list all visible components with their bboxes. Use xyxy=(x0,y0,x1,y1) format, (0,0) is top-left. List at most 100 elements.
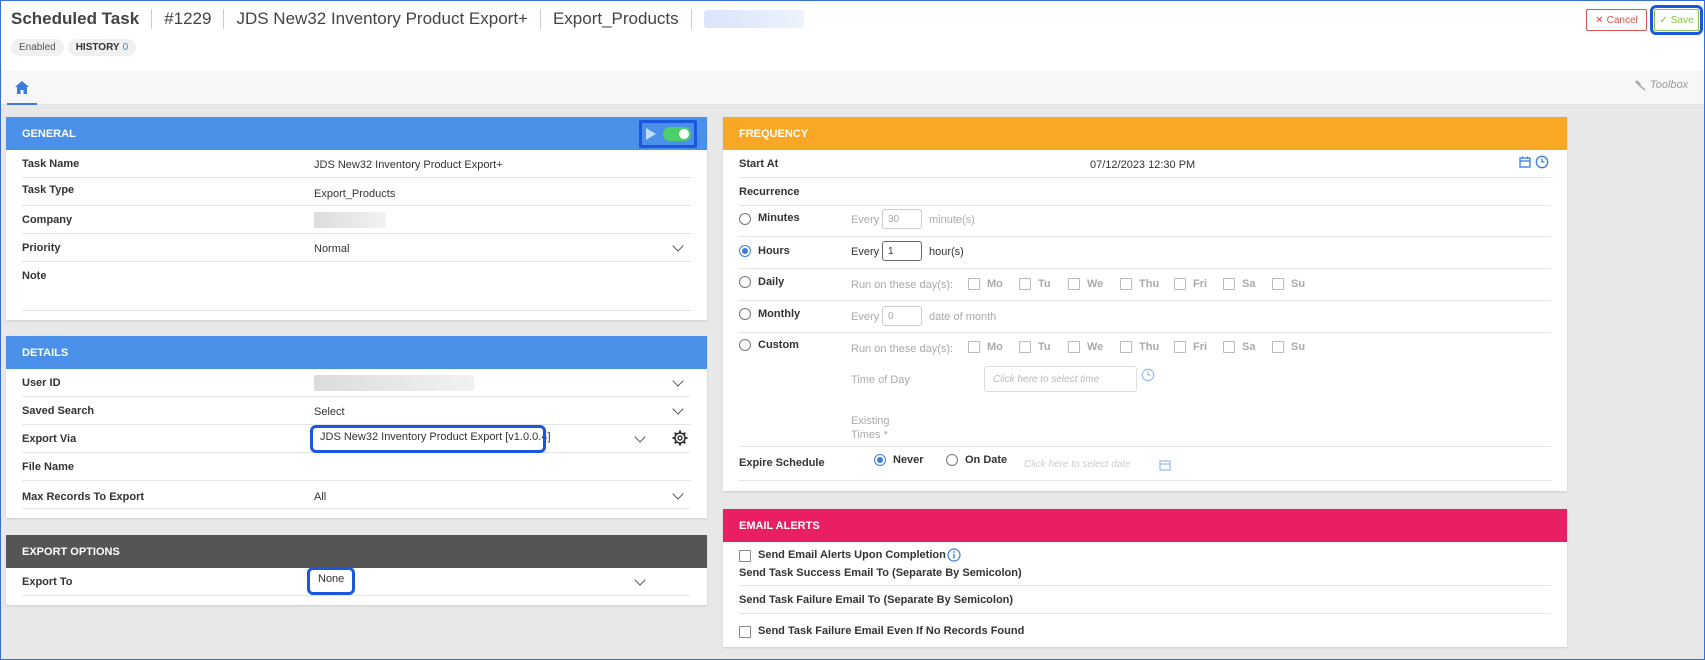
tab-home[interactable] xyxy=(7,71,37,105)
custom-day-mo: Mo xyxy=(987,341,1003,353)
general-header: GENERAL xyxy=(6,117,707,150)
toolbox-label: Toolbox xyxy=(1650,79,1689,91)
daily-day-tu: Tu xyxy=(1038,278,1051,290)
task-name-row: Task Name JDS New32 Inventory Product Ex… xyxy=(22,150,691,178)
cancel-button[interactable]: ✕ Cancel xyxy=(1586,9,1647,31)
daily-day-sa: Sa xyxy=(1242,278,1256,290)
export-to-row: Export To None xyxy=(22,567,691,596)
start-at-label: Start At xyxy=(739,158,779,170)
history-count: 0 xyxy=(122,42,129,53)
task-name-title: JDS New32 Inventory Product Export+ xyxy=(236,9,528,28)
custom-day-we: We xyxy=(1087,341,1104,353)
minutes-label: Minutes xyxy=(758,212,800,224)
frequency-header: FREQUENCY xyxy=(723,117,1567,150)
toolbox-toggle[interactable]: Toolbox xyxy=(1635,79,1688,91)
export-options-header: EXPORT OPTIONS xyxy=(6,535,707,568)
custom-cb-we[interactable] xyxy=(1068,341,1080,353)
chevron-down-icon[interactable] xyxy=(634,431,646,443)
custom-row: Custom Run on these day(s): Mo Tu We Thu… xyxy=(739,333,1551,447)
saved-search-row[interactable]: Saved Search Select xyxy=(22,397,691,425)
calendar-icon[interactable] xyxy=(1159,459,1171,471)
failure-email-label: Send Task Failure Email To (Separate By … xyxy=(739,594,1014,606)
general-panel: GENERAL Task Name JDS New32 Inventory Pr… xyxy=(6,117,707,320)
custom-radio[interactable] xyxy=(739,339,751,351)
history-badge[interactable]: HISTORY 0 xyxy=(67,39,137,56)
user-id-value-redacted xyxy=(314,375,474,391)
saved-search-value: Select xyxy=(314,406,345,418)
daily-cb-we[interactable] xyxy=(1068,278,1080,290)
daily-cb-su[interactable] xyxy=(1272,278,1284,290)
chevron-down-icon xyxy=(672,240,684,252)
recurrence-label: Recurrence xyxy=(739,186,800,198)
success-email-row[interactable]: Send Task Success Email To (Separate By … xyxy=(739,560,1551,586)
task-name-value[interactable]: JDS New32 Inventory Product Export+ xyxy=(314,159,503,171)
task-name-label: Task Name xyxy=(22,158,80,170)
priority-label: Priority xyxy=(22,242,61,254)
title-divider xyxy=(539,9,541,29)
task-type-row: Task Type Export_Products xyxy=(22,178,691,206)
daily-day-fri: Fri xyxy=(1193,278,1208,290)
company-label: Company xyxy=(22,214,73,226)
user-id-row[interactable]: User ID xyxy=(22,369,691,397)
calendar-icon[interactable] xyxy=(1519,156,1531,168)
custom-day-su: Su xyxy=(1291,341,1306,353)
details-heading: DETAILS xyxy=(22,346,69,359)
frequency-panel: FREQUENCY Start At 07/12/2023 12:30 PM R… xyxy=(723,117,1567,491)
priority-row[interactable]: Priority Normal xyxy=(22,234,691,262)
gear-icon[interactable] xyxy=(672,430,688,446)
details-header: DETAILS xyxy=(6,336,707,369)
custom-cb-mo[interactable] xyxy=(968,341,980,353)
hours-radio[interactable] xyxy=(739,245,751,257)
daily-cb-sa[interactable] xyxy=(1223,278,1235,290)
custom-cb-sa[interactable] xyxy=(1223,341,1235,353)
time-of-day-label: Time of Day xyxy=(851,374,910,386)
hours-input[interactable]: 1 xyxy=(882,241,922,261)
play-icon[interactable] xyxy=(645,128,656,140)
monthly-radio[interactable] xyxy=(739,308,751,320)
monthly-input[interactable]: 0 xyxy=(882,306,922,326)
daily-cb-fri[interactable] xyxy=(1174,278,1186,290)
on-date-radio[interactable] xyxy=(946,454,958,466)
custom-cb-thu[interactable] xyxy=(1120,341,1132,353)
custom-cb-tu[interactable] xyxy=(1019,341,1031,353)
chevron-down-icon xyxy=(672,488,684,500)
existing-times-label-2: Times * xyxy=(851,429,888,441)
save-label: Save xyxy=(1670,14,1694,26)
minutes-radio[interactable] xyxy=(739,213,751,225)
expire-label: Expire Schedule xyxy=(739,457,825,469)
save-button[interactable]: ✓ Save xyxy=(1650,5,1703,35)
clock-icon[interactable] xyxy=(1535,155,1549,169)
daily-cb-thu[interactable] xyxy=(1120,278,1132,290)
max-records-row[interactable]: Max Records To Export All xyxy=(22,481,691,509)
page-header: Scheduled Task #1229 JDS New32 Inventory… xyxy=(1,1,1704,71)
expire-date-input[interactable]: Click here to select date xyxy=(1024,459,1131,470)
email-alerts-panel: EMAIL ALERTS Send Email Alerts Upon Comp… xyxy=(723,509,1567,647)
failure-no-records-checkbox[interactable] xyxy=(739,626,751,638)
details-panel: DETAILS User ID Saved Search Select Expo… xyxy=(6,336,707,518)
company-value-redacted[interactable] xyxy=(314,212,386,228)
expire-row: Expire Schedule Never On Date Click here… xyxy=(739,447,1551,481)
note-row: Note xyxy=(22,262,691,311)
success-email-label: Send Task Success Email To (Separate By … xyxy=(739,567,1022,579)
export-via-select[interactable]: JDS New32 Inventory Product Export [v1.0… xyxy=(310,425,551,453)
task-id: #1229 xyxy=(164,9,212,28)
failure-email-row[interactable]: Send Task Failure Email To (Separate By … xyxy=(739,586,1551,614)
daily-radio[interactable] xyxy=(739,276,751,288)
close-icon: ✕ xyxy=(1595,14,1604,26)
daily-label: Daily xyxy=(758,276,785,288)
start-at-value[interactable]: 07/12/2023 12:30 PM xyxy=(1090,159,1195,171)
daily-cb-mo[interactable] xyxy=(968,278,980,290)
title-divider xyxy=(151,9,153,29)
export-to-select[interactable]: None xyxy=(306,567,356,595)
custom-cb-fri[interactable] xyxy=(1174,341,1186,353)
clock-icon[interactable] xyxy=(1141,368,1155,382)
never-radio[interactable] xyxy=(874,454,886,466)
time-input[interactable]: Click here to select time xyxy=(984,366,1137,392)
custom-cb-su[interactable] xyxy=(1272,341,1284,353)
minutes-input[interactable]: 30 xyxy=(882,209,922,229)
chevron-down-icon[interactable] xyxy=(634,574,646,586)
priority-value: Normal xyxy=(314,243,350,255)
daily-day-mo: Mo xyxy=(987,278,1003,290)
enabled-switch[interactable] xyxy=(662,127,691,141)
daily-cb-tu[interactable] xyxy=(1019,278,1031,290)
